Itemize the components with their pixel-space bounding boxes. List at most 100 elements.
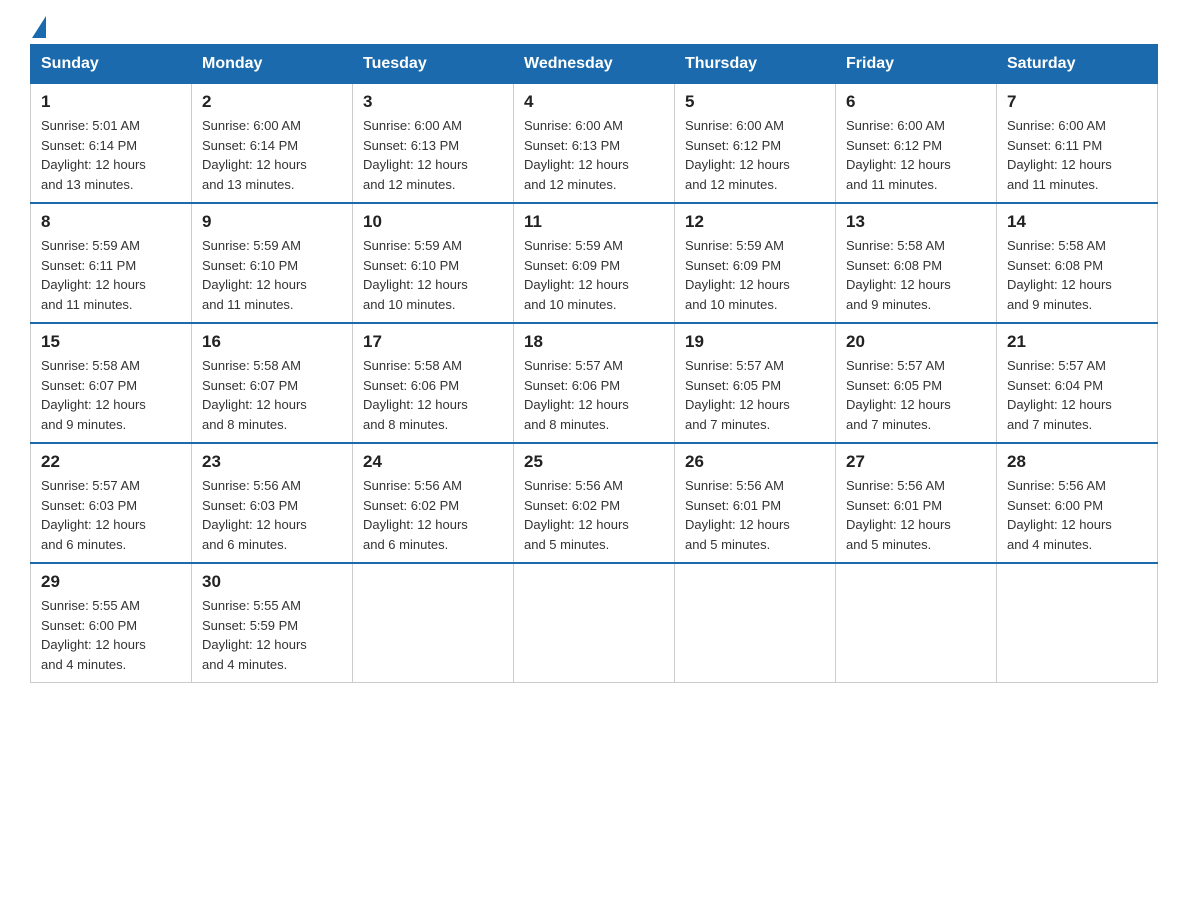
table-row: 12Sunrise: 5:59 AMSunset: 6:09 PMDayligh… [675, 203, 836, 323]
day-number: 21 [1007, 332, 1147, 352]
table-row: 27Sunrise: 5:56 AMSunset: 6:01 PMDayligh… [836, 443, 997, 563]
day-info: Sunrise: 5:57 AMSunset: 6:04 PMDaylight:… [1007, 356, 1147, 434]
table-row: 5Sunrise: 6:00 AMSunset: 6:12 PMDaylight… [675, 84, 836, 204]
calendar-header-row: Sunday Monday Tuesday Wednesday Thursday… [31, 45, 1158, 84]
day-number: 10 [363, 212, 503, 232]
day-number: 8 [41, 212, 181, 232]
col-friday: Friday [836, 45, 997, 84]
logo-triangle-icon [32, 16, 46, 38]
table-row: 30 Sunrise: 5:55 AMSunset: 5:59 PMDayligh… [192, 563, 353, 683]
day-number: 28 [1007, 452, 1147, 472]
table-row: 18 Sunrise: 5:57 AMSunset: 6:06 PMDayligh… [514, 323, 675, 443]
calendar-table: Sunday Monday Tuesday Wednesday Thursday… [30, 44, 1158, 683]
table-row: 6Sunrise: 6:00 AMSunset: 6:12 PMDaylight… [836, 84, 997, 204]
day-info: Sunrise: 6:00 AMSunset: 6:12 PMDaylight:… [846, 116, 986, 194]
day-number: 11 [524, 212, 664, 232]
day-info: Sunrise: 5:57 AMSunset: 6:03 PMDaylight:… [41, 476, 181, 554]
table-row: 10 Sunrise: 5:59 AMSunset: 6:10 PMDayligh… [353, 203, 514, 323]
day-info: Sunrise: 5:59 AMSunset: 6:11 PMDaylight:… [41, 236, 181, 314]
day-info: Sunrise: 5:59 AMSunset: 6:10 PMDaylight:… [202, 236, 342, 314]
day-info: Sunrise: 5:58 AMSunset: 6:07 PMDaylight:… [202, 356, 342, 434]
table-row: 3Sunrise: 6:00 AMSunset: 6:13 PMDaylight… [353, 84, 514, 204]
day-number: 22 [41, 452, 181, 472]
table-row: 24Sunrise: 5:56 AMSunset: 6:02 PMDayligh… [353, 443, 514, 563]
table-row: 7 Sunrise: 6:00 AMSunset: 6:11 PMDaylight… [997, 84, 1158, 204]
day-info: Sunrise: 5:57 AMSunset: 6:06 PMDaylight:… [524, 356, 664, 434]
table-row: 17Sunrise: 5:58 AMSunset: 6:06 PMDayligh… [353, 323, 514, 443]
table-row: 28 Sunrise: 5:56 AMSunset: 6:00 PMDayligh… [997, 443, 1158, 563]
day-number: 25 [524, 452, 664, 472]
day-info: Sunrise: 5:56 AMSunset: 6:02 PMDaylight:… [524, 476, 664, 554]
day-number: 29 [41, 572, 181, 592]
table-row: 2Sunrise: 6:00 AMSunset: 6:14 PMDaylight… [192, 84, 353, 204]
day-info: Sunrise: 5:55 AMSunset: 6:00 PMDaylight:… [41, 596, 181, 674]
day-number: 5 [685, 92, 825, 112]
day-number: 1 [41, 92, 181, 112]
page-header [30, 20, 1158, 34]
table-row [675, 563, 836, 683]
day-number: 19 [685, 332, 825, 352]
col-wednesday: Wednesday [514, 45, 675, 84]
table-row: 15 Sunrise: 5:58 AMSunset: 6:07 PMDayligh… [31, 323, 192, 443]
col-thursday: Thursday [675, 45, 836, 84]
table-row: 29 Sunrise: 5:55 AMSunset: 6:00 PMDayligh… [31, 563, 192, 683]
calendar-week-row: 1 Sunrise: 5:01 AMSunset: 6:14 PMDaylight… [31, 84, 1158, 204]
table-row: 13 Sunrise: 5:58 AMSunset: 6:08 PMDayligh… [836, 203, 997, 323]
day-info: Sunrise: 5:58 AMSunset: 6:06 PMDaylight:… [363, 356, 503, 434]
day-info: Sunrise: 6:00 AMSunset: 6:13 PMDaylight:… [524, 116, 664, 194]
day-info: Sunrise: 5:58 AMSunset: 6:08 PMDaylight:… [1007, 236, 1147, 314]
calendar-week-row: 8 Sunrise: 5:59 AMSunset: 6:11 PMDaylight… [31, 203, 1158, 323]
table-row: 19Sunrise: 5:57 AMSunset: 6:05 PMDayligh… [675, 323, 836, 443]
col-sunday: Sunday [31, 45, 192, 84]
day-info: Sunrise: 5:59 AMSunset: 6:09 PMDaylight:… [524, 236, 664, 314]
day-info: Sunrise: 5:01 AMSunset: 6:14 PMDaylight:… [41, 116, 181, 194]
table-row: 4 Sunrise: 6:00 AMSunset: 6:13 PMDaylight… [514, 84, 675, 204]
table-row: 9 Sunrise: 5:59 AMSunset: 6:10 PMDaylight… [192, 203, 353, 323]
day-number: 24 [363, 452, 503, 472]
day-info: Sunrise: 5:56 AMSunset: 6:03 PMDaylight:… [202, 476, 342, 554]
day-number: 18 [524, 332, 664, 352]
day-number: 23 [202, 452, 342, 472]
table-row [836, 563, 997, 683]
day-info: Sunrise: 5:59 AMSunset: 6:10 PMDaylight:… [363, 236, 503, 314]
table-row [514, 563, 675, 683]
col-monday: Monday [192, 45, 353, 84]
calendar-week-row: 15 Sunrise: 5:58 AMSunset: 6:07 PMDayligh… [31, 323, 1158, 443]
day-number: 13 [846, 212, 986, 232]
day-number: 20 [846, 332, 986, 352]
day-info: Sunrise: 5:59 AMSunset: 6:09 PMDaylight:… [685, 236, 825, 314]
day-number: 14 [1007, 212, 1147, 232]
day-info: Sunrise: 5:56 AMSunset: 6:01 PMDaylight:… [685, 476, 825, 554]
logo [30, 20, 46, 34]
day-info: Sunrise: 5:58 AMSunset: 6:08 PMDaylight:… [846, 236, 986, 314]
table-row: 22 Sunrise: 5:57 AMSunset: 6:03 PMDayligh… [31, 443, 192, 563]
calendar-week-row: 22 Sunrise: 5:57 AMSunset: 6:03 PMDayligh… [31, 443, 1158, 563]
day-number: 26 [685, 452, 825, 472]
day-number: 9 [202, 212, 342, 232]
col-saturday: Saturday [997, 45, 1158, 84]
table-row: 23 Sunrise: 5:56 AMSunset: 6:03 PMDayligh… [192, 443, 353, 563]
table-row: 26 Sunrise: 5:56 AMSunset: 6:01 PMDayligh… [675, 443, 836, 563]
day-number: 30 [202, 572, 342, 592]
table-row: 14 Sunrise: 5:58 AMSunset: 6:08 PMDayligh… [997, 203, 1158, 323]
calendar-week-row: 29 Sunrise: 5:55 AMSunset: 6:00 PMDayligh… [31, 563, 1158, 683]
day-info: Sunrise: 5:55 AMSunset: 5:59 PMDaylight:… [202, 596, 342, 674]
day-number: 7 [1007, 92, 1147, 112]
day-number: 4 [524, 92, 664, 112]
table-row [997, 563, 1158, 683]
day-info: Sunrise: 5:56 AMSunset: 6:01 PMDaylight:… [846, 476, 986, 554]
table-row: 8 Sunrise: 5:59 AMSunset: 6:11 PMDaylight… [31, 203, 192, 323]
day-number: 15 [41, 332, 181, 352]
day-info: Sunrise: 6:00 AMSunset: 6:13 PMDaylight:… [363, 116, 503, 194]
day-info: Sunrise: 5:58 AMSunset: 6:07 PMDaylight:… [41, 356, 181, 434]
table-row: 25 Sunrise: 5:56 AMSunset: 6:02 PMDayligh… [514, 443, 675, 563]
table-row: 11 Sunrise: 5:59 AMSunset: 6:09 PMDayligh… [514, 203, 675, 323]
table-row: 21 Sunrise: 5:57 AMSunset: 6:04 PMDayligh… [997, 323, 1158, 443]
day-info: Sunrise: 6:00 AMSunset: 6:11 PMDaylight:… [1007, 116, 1147, 194]
day-info: Sunrise: 5:57 AMSunset: 6:05 PMDaylight:… [846, 356, 986, 434]
day-info: Sunrise: 5:56 AMSunset: 6:00 PMDaylight:… [1007, 476, 1147, 554]
col-tuesday: Tuesday [353, 45, 514, 84]
table-row [353, 563, 514, 683]
table-row: 1 Sunrise: 5:01 AMSunset: 6:14 PMDaylight… [31, 84, 192, 204]
day-number: 16 [202, 332, 342, 352]
